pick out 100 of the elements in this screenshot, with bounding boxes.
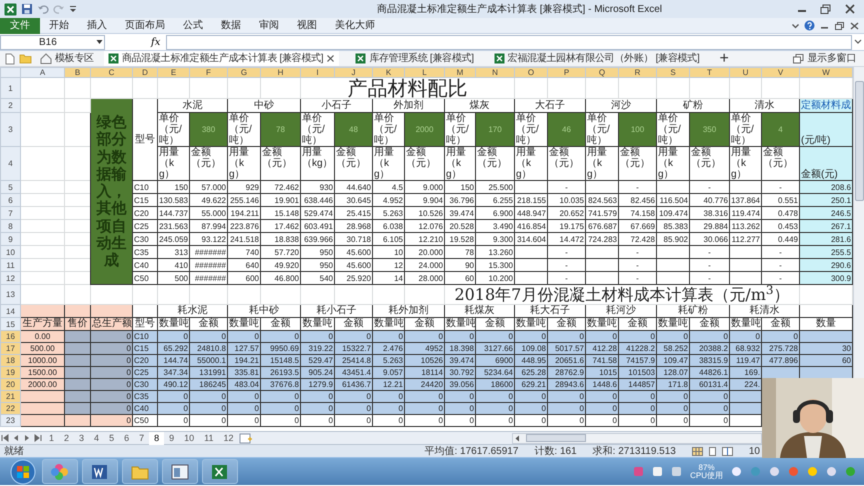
- row-header[interactable]: 1: [0, 78, 20, 99]
- column-header[interactable]: B: [64, 68, 90, 78]
- row-header[interactable]: 5: [0, 180, 20, 194]
- row-header[interactable]: 6: [0, 194, 20, 207]
- column-header[interactable]: J: [334, 68, 372, 78]
- row-header[interactable]: 17: [0, 342, 20, 355]
- ribbon-tab[interactable]: 视图: [288, 18, 326, 34]
- column-header[interactable]: T: [690, 68, 730, 78]
- column-header[interactable]: C: [90, 68, 132, 78]
- normal-view-icon[interactable]: [692, 446, 703, 456]
- taskbar-button[interactable]: [162, 459, 198, 484]
- last-sheet-icon[interactable]: [33, 433, 44, 443]
- ribbon-tab[interactable]: 审阅: [250, 18, 288, 34]
- row-header[interactable]: 12: [0, 272, 20, 285]
- column-header[interactable]: P: [548, 68, 586, 78]
- sheet-tab[interactable]: 8: [149, 432, 164, 444]
- page-layout-icon[interactable]: [706, 446, 718, 456]
- column-header[interactable]: S: [656, 68, 690, 78]
- column-header[interactable]: I: [300, 68, 334, 78]
- sheet-tab[interactable]: 3: [74, 432, 90, 444]
- name-box[interactable]: B16: [0, 34, 105, 50]
- sheet-tab[interactable]: 2: [59, 432, 74, 444]
- restore-icon[interactable]: [834, 20, 845, 30]
- column-header[interactable]: R: [618, 68, 656, 78]
- ribbon-tab[interactable]: 数据: [212, 18, 250, 34]
- column-header[interactable]: O: [514, 68, 548, 78]
- customize-icon[interactable]: [69, 3, 77, 15]
- column-header[interactable]: E: [158, 68, 190, 78]
- row-header[interactable]: 21: [0, 390, 20, 403]
- taskbar-button[interactable]: [202, 459, 238, 484]
- sheet-tab[interactable]: 12: [218, 432, 239, 444]
- workbook-tab[interactable]: 商品混凝土标准定额生产成本计算表 [兼容模式]: [104, 51, 340, 66]
- row-header[interactable]: 19: [0, 366, 20, 379]
- insert-function-button[interactable]: fx: [145, 34, 166, 50]
- ribbon-tab[interactable]: 公式: [174, 18, 212, 34]
- row-header[interactable]: 9: [0, 232, 20, 246]
- new-document-icon[interactable]: [4, 52, 15, 64]
- file-tab[interactable]: 文件: [0, 18, 40, 34]
- tray-icon[interactable]: [769, 466, 780, 477]
- ribbon-tab[interactable]: 开始: [40, 18, 78, 34]
- row-header[interactable]: 7: [0, 206, 20, 220]
- workbook-tab[interactable]: 库存管理系统 [兼容模式]: [351, 51, 478, 66]
- save-icon[interactable]: [21, 3, 33, 15]
- help-icon[interactable]: [804, 20, 815, 31]
- column-header[interactable]: G: [228, 68, 260, 78]
- row-header[interactable]: 4: [0, 146, 20, 181]
- row-header[interactable]: 20: [0, 378, 20, 391]
- column-header[interactable]: L: [404, 68, 444, 78]
- multi-window-button[interactable]: 显示多窗口: [789, 51, 860, 66]
- sheet-tab[interactable]: 10: [179, 432, 200, 444]
- column-header[interactable]: W: [800, 68, 852, 78]
- excel-logo-icon[interactable]: [4, 2, 17, 16]
- close-icon[interactable]: [849, 20, 860, 30]
- sheet-tab[interactable]: 1: [44, 432, 60, 444]
- tray-icon[interactable]: [731, 466, 742, 477]
- column-header[interactable]: F: [190, 68, 228, 78]
- sheet-tab[interactable]: 4: [89, 432, 104, 444]
- sheet-tab[interactable]: 9: [164, 432, 180, 444]
- column-header[interactable]: N: [476, 68, 514, 78]
- sheet-tab[interactable]: 11: [199, 432, 218, 444]
- start-button-icon[interactable]: [8, 458, 38, 484]
- column-header[interactable]: Q: [586, 68, 618, 78]
- sheet-tab[interactable]: 6: [119, 432, 134, 444]
- sheet-tab[interactable]: 5: [104, 432, 120, 444]
- first-sheet-icon[interactable]: [0, 433, 11, 443]
- row-header[interactable]: 14: [0, 304, 20, 318]
- insert-sheet-icon[interactable]: [238, 432, 253, 444]
- row-header[interactable]: 23: [0, 414, 20, 427]
- tray-icon[interactable]: [652, 466, 664, 477]
- column-header[interactable]: D: [132, 68, 158, 78]
- column-header[interactable]: U: [730, 68, 762, 78]
- folder-icon[interactable]: [19, 53, 32, 64]
- undo-icon[interactable]: [37, 3, 49, 15]
- row-header[interactable]: 3: [0, 112, 20, 147]
- tray-icon[interactable]: [826, 466, 837, 477]
- vertical-scrollbar[interactable]: [853, 67, 864, 378]
- column-header[interactable]: V: [762, 68, 800, 78]
- row-header[interactable]: 22: [0, 402, 20, 415]
- ribbon-tab[interactable]: 页面布局: [116, 18, 174, 34]
- formula-input[interactable]: [166, 34, 852, 50]
- horizontal-scrollbar[interactable]: [512, 432, 762, 444]
- row-header[interactable]: 10: [0, 246, 20, 259]
- column-header[interactable]: M: [444, 68, 476, 78]
- row-header[interactable]: 13: [0, 284, 20, 305]
- page-break-icon[interactable]: [722, 446, 733, 456]
- row-header[interactable]: 2: [0, 98, 20, 113]
- sheet-tab[interactable]: 7: [134, 432, 150, 444]
- taskbar-button[interactable]: [82, 459, 118, 484]
- tray-icon[interactable]: [807, 466, 818, 477]
- ribbon-tab[interactable]: 美化大师: [326, 18, 384, 34]
- row-header[interactable]: 16: [0, 330, 20, 343]
- ribbon-tab[interactable]: 插入: [78, 18, 116, 34]
- column-header[interactable]: H: [260, 68, 300, 78]
- column-header[interactable]: A: [20, 68, 64, 78]
- workbook-tab[interactable]: 模板专区: [36, 51, 98, 66]
- row-header[interactable]: 18: [0, 354, 20, 367]
- column-header[interactable]: K: [372, 68, 404, 78]
- tray-icon[interactable]: [671, 466, 682, 477]
- row-header[interactable]: 8: [0, 220, 20, 233]
- workbook-tab[interactable]: 宏福混凝土园林有限公司（外账） [兼容模式]: [490, 51, 704, 66]
